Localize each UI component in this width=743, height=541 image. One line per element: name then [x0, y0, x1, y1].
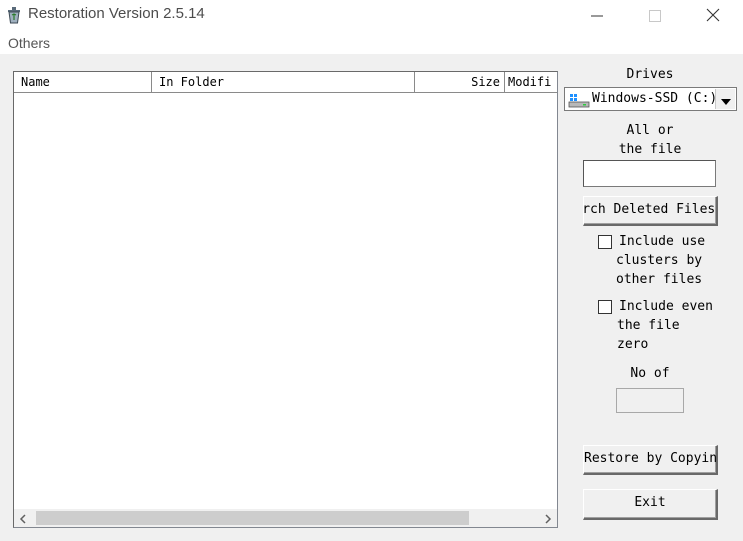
file-list[interactable]: Name In Folder Size Modifi	[13, 71, 558, 528]
column-header-modified[interactable]: Modifi	[505, 72, 557, 92]
title-bar: Restoration Version 2.5.14	[0, 0, 743, 32]
dropdown-arrow-button[interactable]	[715, 89, 735, 109]
scroll-right-button[interactable]	[539, 509, 557, 527]
column-header-size[interactable]: Size	[415, 72, 505, 92]
list-header: Name In Folder Size Modifi	[14, 72, 557, 93]
window-title: Restoration Version 2.5.14	[28, 5, 205, 22]
scroll-left-button[interactable]	[14, 509, 32, 527]
filter-label-line1: All or	[626, 123, 674, 138]
include-used-clusters-checkbox[interactable]	[598, 235, 612, 249]
minimize-icon	[591, 7, 603, 26]
restore-by-copying-button[interactable]: Restore by Copying	[583, 445, 718, 475]
minimize-button[interactable]	[574, 0, 620, 32]
maximize-icon	[649, 7, 661, 26]
menu-others[interactable]: Others	[8, 35, 50, 51]
drive-icon	[568, 92, 590, 108]
scrollbar-thumb[interactable]	[36, 511, 469, 525]
include-zero-files-line2: the file	[617, 318, 680, 333]
exit-button[interactable]: Exit	[583, 489, 718, 520]
filter-label-line2: the file	[618, 142, 682, 157]
close-button[interactable]	[690, 0, 736, 32]
drives-label: Drives	[626, 67, 674, 82]
chevron-left-icon	[19, 509, 27, 528]
recycle-bin-icon	[5, 6, 23, 24]
column-header-name[interactable]: Name	[14, 72, 152, 92]
filter-input[interactable]	[583, 160, 716, 187]
include-used-clusters-line1: Include use	[619, 234, 706, 249]
list-body[interactable]	[14, 93, 557, 509]
include-zero-files-checkbox[interactable]	[598, 300, 612, 314]
include-used-clusters-line2: clusters by	[616, 253, 703, 268]
file-count-field	[616, 388, 684, 413]
maximize-button[interactable]	[632, 0, 678, 32]
menu-bar: Others	[0, 32, 743, 54]
drive-selected-value: Windows-SSD (C:)	[592, 91, 718, 106]
client-area: Name In Folder Size Modifi Drives Window…	[0, 54, 743, 541]
chevron-down-icon	[720, 90, 731, 109]
include-used-clusters-line3: other files	[616, 272, 703, 287]
drive-dropdown[interactable]: Windows-SSD (C:)	[564, 87, 737, 111]
chevron-right-icon	[544, 509, 552, 528]
column-header-folder[interactable]: In Folder	[152, 72, 415, 92]
include-zero-files-line3: zero	[617, 337, 649, 352]
file-count-label: No of	[630, 366, 670, 381]
close-icon	[706, 7, 720, 26]
horizontal-scrollbar[interactable]	[14, 509, 557, 527]
search-deleted-files-button[interactable]: Search Deleted Files	[583, 196, 718, 226]
include-zero-files-line1: Include even	[619, 299, 713, 314]
